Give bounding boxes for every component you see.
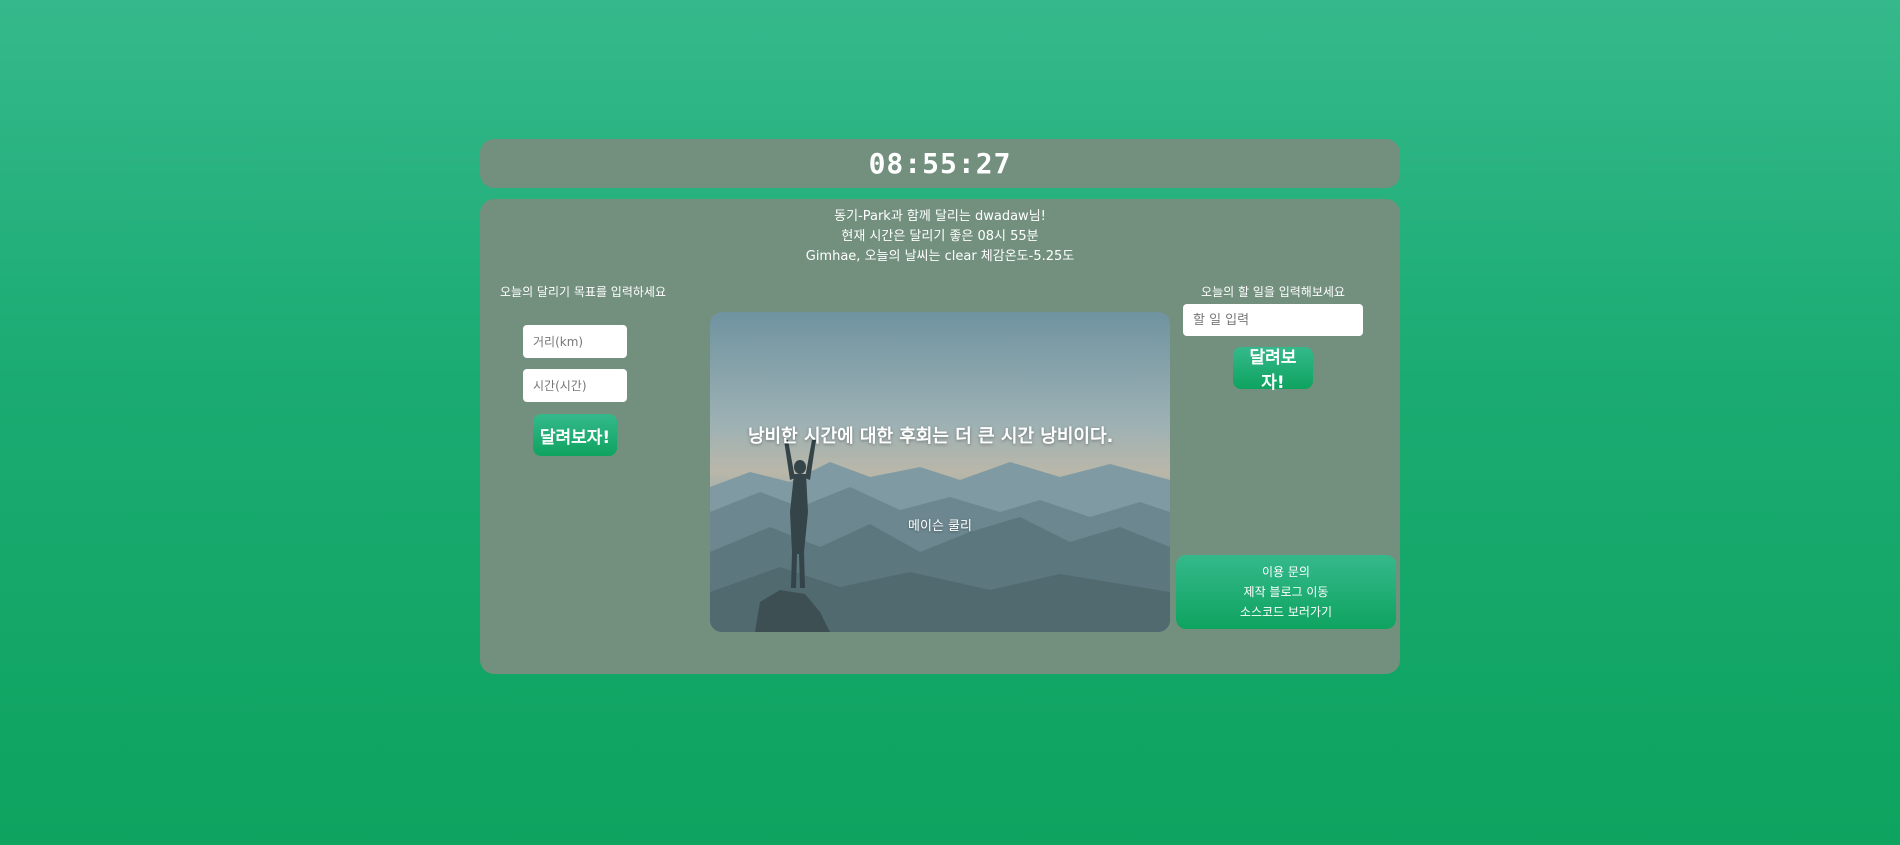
blog-link[interactable]: 제작 블로그 이동: [1244, 582, 1329, 602]
greeting-message: 동기-Park과 함께 달리는 dwadaw님! 현재 시간은 달리기 좋은 0…: [480, 207, 1400, 267]
todo-input[interactable]: [1183, 304, 1363, 336]
quote-author: 메이슨 쿨리: [908, 519, 972, 534]
mountain-background-image: [710, 312, 1170, 632]
info-links-box: 이용 문의 제작 블로그 이동 소스코드 보러가기: [1176, 555, 1396, 629]
quote-card: 낭비한 시간에 대한 후회는 더 큰 시간 낭비이다. 메이슨 쿨리: [710, 312, 1170, 632]
todo-label: 오늘의 할 일을 입력해보세요: [1201, 285, 1345, 299]
distance-input[interactable]: [523, 325, 627, 358]
greeting-line-time: 현재 시간은 달리기 좋은 08시 55분: [841, 229, 1039, 244]
greeting-line-user: 동기-Park과 함께 달리는 dwadaw님!: [834, 209, 1046, 224]
greeting-line-weather: Gimhae, 오늘의 날씨는 clear 체감온도-5.25도: [805, 249, 1075, 264]
todo-section: 오늘의 할 일을 입력해보세요 달려보자!: [1182, 283, 1364, 393]
quote-text: 낭비한 시간에 대한 후회는 더 큰 시간 낭비이다.: [748, 426, 1114, 447]
time-input[interactable]: [523, 369, 627, 402]
main-panel: 동기-Park과 함께 달리는 dwadaw님! 현재 시간은 달리기 좋은 0…: [480, 199, 1400, 674]
source-code-link[interactable]: 소스코드 보러가기: [1240, 602, 1332, 622]
running-goal-label: 오늘의 달리기 목표를 입력하세요: [500, 285, 667, 299]
running-goal-section: 오늘의 달리기 목표를 입력하세요 달려보자!: [500, 283, 667, 456]
todo-submit-button[interactable]: 달려보자!: [1233, 347, 1313, 393]
contact-link[interactable]: 이용 문의: [1262, 562, 1310, 582]
running-goal-submit-button[interactable]: 달려보자!: [533, 414, 617, 456]
clock-time: 08:55:27: [868, 147, 1012, 180]
clock-bar: 08:55:27: [480, 139, 1400, 188]
